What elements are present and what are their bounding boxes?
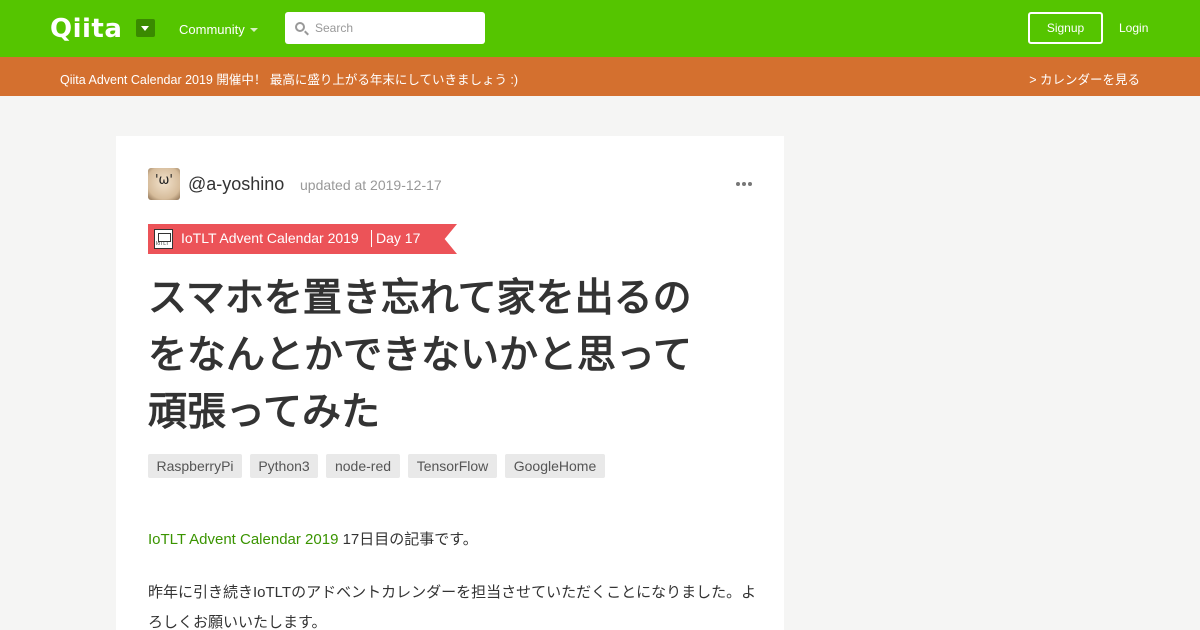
intro-text: 17日目の記事です。 [338,531,478,548]
calendar-body-link[interactable]: IoTLT Advent Calendar 2019 [148,531,338,548]
signup-button[interactable]: Signup [1028,12,1103,44]
tag-node-red[interactable]: node-red [326,454,400,478]
ribbon-divider [371,230,372,247]
more-options-icon[interactable] [736,182,752,186]
community-menu[interactable]: Community [179,22,245,37]
search-input[interactable] [315,18,475,38]
search-box[interactable] [285,12,485,44]
banner-text: Qiita Advent Calendar 2019 開催中！ 最高に盛り上がる… [60,73,519,87]
advent-calendar-ribbon[interactable]: IoTLT Advent Calendar 2019 Day 17 [148,224,457,254]
qiita-logo[interactable]: Qiita [50,14,122,44]
intro-line: IoTLT Advent Calendar 2019 17日目の記事です。 [148,528,478,549]
calendar-link[interactable]: > カレンダーを見る [1029,69,1140,88]
tag-googlehome[interactable]: GoogleHome [505,454,605,478]
calendar-day: Day 17 [376,230,421,246]
author-link[interactable]: @a-yoshino [188,174,284,195]
tag-tensorflow[interactable]: TensorFlow [408,454,497,478]
avatar-face: 'ω' [154,173,174,188]
advent-calendar-banner: Qiita Advent Calendar 2019 開催中！ 最高に盛り上がる… [0,57,1200,96]
calendar-logo-icon [154,229,173,249]
login-link[interactable]: Login [1119,21,1148,35]
title-line: をなんとかできないかと思って [148,333,693,378]
calendar-name: IoTLT Advent Calendar 2019 [181,230,359,246]
logo-dropdown-button[interactable] [136,19,155,37]
tag-raspberrypi[interactable]: RaspberryPi [148,454,242,478]
title-line: 頑張ってみた [148,390,381,435]
chevron-down-icon[interactable] [250,28,258,32]
article-card: 'ω' @a-yoshino updated at 2019-12-17 IoT… [116,136,784,630]
search-icon [295,22,305,32]
avatar[interactable]: 'ω' [148,168,180,200]
article-title: スマホを置き忘れて家を出るの をなんとかできないかと思って 頑張ってみた [148,270,748,441]
body-paragraph: 昨年に引き続きIoTLTのアドベントカレンダーを担当させていただくことになりまし… [148,584,757,630]
tag-python3[interactable]: Python3 [250,454,318,478]
title-line: スマホを置き忘れて家を出るの [148,276,692,321]
top-navbar: Qiita Community Signup Login [0,0,1200,57]
updated-date: updated at 2019-12-17 [300,177,442,193]
